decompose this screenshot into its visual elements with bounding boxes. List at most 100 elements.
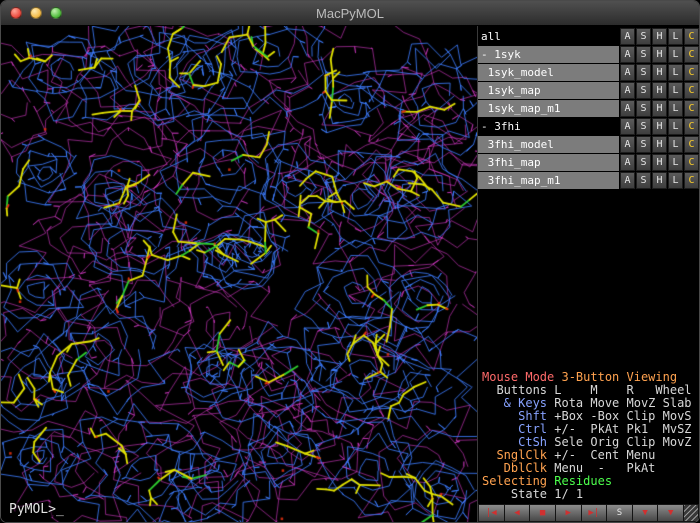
object-list: all A S H L C - 1syk A S H L C (478, 26, 699, 190)
object-name[interactable]: - 1syk (478, 46, 619, 63)
color-menu-button[interactable]: C (684, 154, 699, 171)
show-menu-button[interactable]: S (636, 154, 651, 171)
label-menu-button[interactable]: L (668, 46, 683, 63)
object-name[interactable]: 1syk_map_m1 (478, 100, 619, 117)
object-row: 1syk_map_m1 A S H L C (478, 100, 699, 117)
show-menu-button[interactable]: S (636, 100, 651, 117)
action-menu-button[interactable]: A (620, 46, 635, 63)
resize-grip[interactable] (683, 504, 699, 522)
color-menu-button[interactable]: C (684, 118, 699, 135)
object-row: 1syk_model A S H L C (478, 64, 699, 81)
object-row: 3fhi_map A S H L C (478, 154, 699, 171)
label-menu-button[interactable]: L (668, 118, 683, 135)
title-bar[interactable]: MacPyMOL (1, 1, 699, 26)
object-row: 3fhi_map_m1 A S H L C (478, 172, 699, 189)
hide-menu-button[interactable]: H (652, 28, 667, 45)
minimize-button[interactable] (30, 7, 42, 19)
mouse-line-key: Ctrl (482, 422, 547, 436)
mouse-line-values: +/- Cent Menu (547, 448, 655, 462)
action-menu-button[interactable]: A (620, 64, 635, 81)
show-menu-button[interactable]: S (636, 136, 651, 153)
molecule-canvas[interactable] (1, 26, 477, 522)
panel-spacer (478, 190, 699, 371)
hide-menu-button[interactable]: H (652, 46, 667, 63)
mouse-line-values: Residues (547, 474, 612, 488)
object-name[interactable]: all (478, 28, 619, 45)
playback-buttons: |◀ ◀ ■ ▶ ▶| S ▼ ▼ (478, 504, 683, 522)
mouse-line-key: Buttons (482, 383, 547, 397)
show-menu-button[interactable]: S (636, 118, 651, 135)
hide-menu-button[interactable]: H (652, 172, 667, 189)
mouse-line-values: 3-Button Viewing (554, 370, 677, 384)
mouse-line-key: & Keys (482, 396, 547, 410)
hide-menu-button[interactable]: H (652, 118, 667, 135)
action-menu-button[interactable]: A (620, 172, 635, 189)
mouse-line-key: SnglClk (482, 448, 547, 462)
color-menu-button[interactable]: C (684, 46, 699, 63)
show-menu-button[interactable]: S (636, 172, 651, 189)
macpymol-window: MacPyMOL PyMOL>_ all A S H L C (0, 0, 700, 523)
mouse-line-values: +/- PkAt Pk1 MvSZ (547, 422, 692, 436)
play-button[interactable]: ▶ (555, 504, 581, 522)
scene-button[interactable]: S (606, 504, 632, 522)
mouse-panel-line: State 1/ 1 (482, 488, 699, 501)
color-menu-button[interactable]: C (684, 100, 699, 117)
show-menu-button[interactable]: S (636, 28, 651, 45)
hide-menu-button[interactable]: H (652, 136, 667, 153)
object-row: - 1syk A S H L C (478, 46, 699, 63)
command-prompt[interactable]: PyMOL>_ (7, 502, 66, 517)
label-menu-button[interactable]: L (668, 136, 683, 153)
show-menu-button[interactable]: S (636, 82, 651, 99)
hide-menu-button[interactable]: H (652, 64, 667, 81)
zoom-button[interactable] (50, 7, 62, 19)
mouse-line-values: 1/ 1 (547, 487, 583, 501)
mouse-line-key: Selecting (482, 474, 547, 488)
action-menu-button[interactable]: A (620, 154, 635, 171)
mouse-mode-panel: Mouse Mode 3-Button Viewing Buttons L M … (478, 371, 699, 504)
action-menu-button[interactable]: A (620, 136, 635, 153)
color-menu-button[interactable]: C (684, 64, 699, 81)
label-menu-button[interactable]: L (668, 154, 683, 171)
mouse-line-values: Sele Orig Clip MovZ (547, 435, 692, 449)
traffic-lights (10, 1, 62, 25)
action-menu-button[interactable]: A (620, 100, 635, 117)
mouse-line-key: Shft (482, 409, 547, 423)
object-row: - 3fhi A S H L C (478, 118, 699, 135)
color-menu-button[interactable]: C (684, 172, 699, 189)
object-name[interactable]: 3fhi_model (478, 136, 619, 153)
color-menu-button[interactable]: C (684, 28, 699, 45)
action-menu-button[interactable]: A (620, 28, 635, 45)
label-menu-button[interactable]: L (668, 172, 683, 189)
show-menu-button[interactable]: S (636, 46, 651, 63)
window-content: PyMOL>_ all A S H L C - 1syk (1, 26, 699, 522)
color-menu-button[interactable]: C (684, 136, 699, 153)
label-menu-button[interactable]: L (668, 100, 683, 117)
close-button[interactable] (10, 7, 22, 19)
action-menu-button[interactable]: A (620, 82, 635, 99)
mouse-line-values: Rota Move MovZ Slab (547, 396, 692, 410)
label-menu-button[interactable]: L (668, 28, 683, 45)
hide-menu-button[interactable]: H (652, 100, 667, 117)
label-menu-button[interactable]: L (668, 64, 683, 81)
go-to-start-button[interactable]: |◀ (478, 504, 504, 522)
go-to-end-button[interactable]: ▶| (581, 504, 607, 522)
action-menu-button[interactable]: A (620, 118, 635, 135)
hide-menu-button[interactable]: H (652, 82, 667, 99)
object-name[interactable]: 3fhi_map_m1 (478, 172, 619, 189)
object-name[interactable]: 1syk_model (478, 64, 619, 81)
object-name[interactable]: 1syk_map (478, 82, 619, 99)
stop-button[interactable]: ■ (529, 504, 555, 522)
object-name[interactable]: - 3fhi (478, 118, 619, 135)
step-back-button[interactable]: ◀ (504, 504, 530, 522)
object-name[interactable]: 3fhi_map (478, 154, 619, 171)
mouse-line-values: L M R Wheel (547, 383, 692, 397)
show-menu-button[interactable]: S (636, 64, 651, 81)
mouse-line-values: Menu - PkAt (547, 461, 655, 475)
object-row: 1syk_map A S H L C (478, 82, 699, 99)
scene-menu-button[interactable]: ▼ (632, 504, 658, 522)
frame-menu-button[interactable]: ▼ (657, 504, 683, 522)
hide-menu-button[interactable]: H (652, 154, 667, 171)
mouse-line-key: State (482, 487, 547, 501)
label-menu-button[interactable]: L (668, 82, 683, 99)
color-menu-button[interactable]: C (684, 82, 699, 99)
